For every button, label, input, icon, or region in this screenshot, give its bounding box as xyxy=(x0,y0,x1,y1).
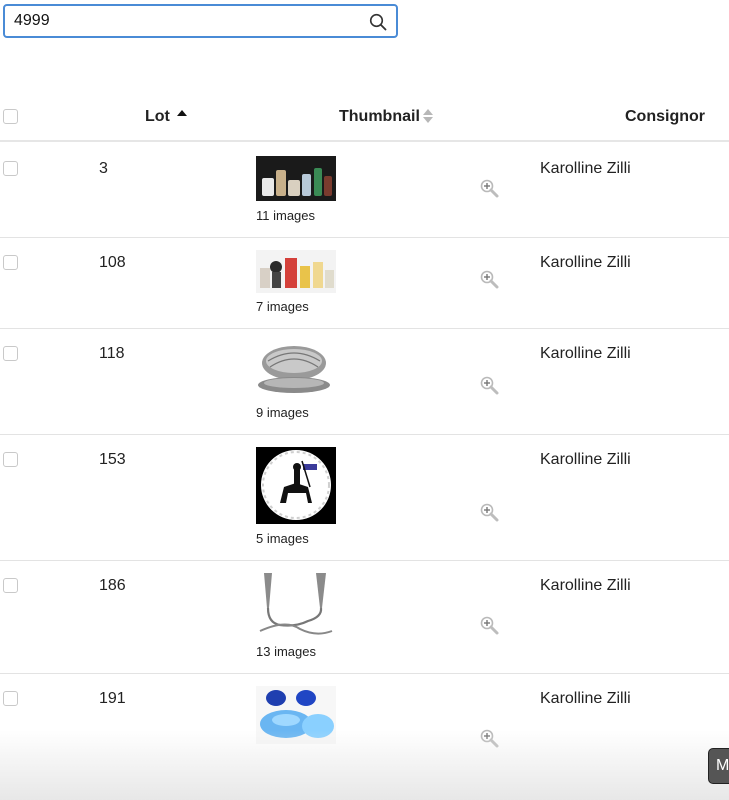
lot-thumbnail[interactable] xyxy=(256,250,336,293)
row-checkbox[interactable] xyxy=(3,255,18,270)
column-header-thumbnail[interactable]: Thumbnail xyxy=(339,108,420,126)
search-icon[interactable] xyxy=(369,13,387,31)
lot-number: 186 xyxy=(99,577,126,594)
lot-number: 191 xyxy=(99,690,126,707)
zoom-in-icon[interactable] xyxy=(479,178,501,200)
lot-number: 108 xyxy=(99,254,126,271)
row-checkbox[interactable] xyxy=(3,691,18,706)
table-row: 153 5 images Karolline Zilli xyxy=(0,435,729,561)
search-input[interactable] xyxy=(14,11,354,31)
lot-number: 153 xyxy=(99,451,126,468)
lot-thumbnail[interactable] xyxy=(256,573,336,638)
table-row: 3 11 images Karolline Zilli xyxy=(0,141,729,238)
row-checkbox[interactable] xyxy=(3,578,18,593)
sort-asc-icon[interactable] xyxy=(177,110,187,116)
consignor-name: Karolline Zilli xyxy=(540,345,631,362)
table-row: 186 13 images Karolline Zilli xyxy=(0,561,729,674)
image-count: 13 images xyxy=(256,644,316,659)
consignor-name: Karolline Zilli xyxy=(540,160,631,177)
sort-unsorted-icon[interactable] xyxy=(423,109,433,123)
lot-thumbnail[interactable] xyxy=(256,156,336,201)
floating-action-button[interactable]: M xyxy=(708,748,729,784)
consignor-name: Karolline Zilli xyxy=(540,577,631,594)
image-count: 11 images xyxy=(256,208,316,223)
table-header: Lot Thumbnail Consignor xyxy=(0,92,729,142)
search-box[interactable] xyxy=(3,4,398,38)
zoom-in-icon[interactable] xyxy=(479,269,501,291)
column-header-lot[interactable]: Lot xyxy=(145,108,170,126)
zoom-in-icon[interactable] xyxy=(479,502,501,524)
row-checkbox[interactable] xyxy=(3,452,18,467)
bottom-overlay xyxy=(0,730,729,800)
lot-thumbnail[interactable] xyxy=(256,341,336,396)
select-all-checkbox[interactable] xyxy=(3,109,18,124)
table-row: 118 9 images Karolline Zilli xyxy=(0,329,729,435)
lot-number: 3 xyxy=(99,160,108,177)
zoom-in-icon[interactable] xyxy=(479,375,501,397)
lot-thumbnail[interactable] xyxy=(256,447,336,524)
table-row: 108 7 images Karolline Zilli xyxy=(0,238,729,329)
image-count: 9 images xyxy=(256,405,309,420)
consignor-name: Karolline Zilli xyxy=(540,690,631,707)
row-checkbox[interactable] xyxy=(3,161,18,176)
row-checkbox[interactable] xyxy=(3,346,18,361)
column-header-consignor[interactable]: Consignor xyxy=(625,108,705,126)
image-count: 7 images xyxy=(256,299,309,314)
consignor-name: Karolline Zilli xyxy=(540,254,631,271)
lot-number: 118 xyxy=(99,345,125,362)
zoom-in-icon[interactable] xyxy=(479,615,501,637)
consignor-name: Karolline Zilli xyxy=(540,451,631,468)
image-count: 5 images xyxy=(256,531,309,546)
